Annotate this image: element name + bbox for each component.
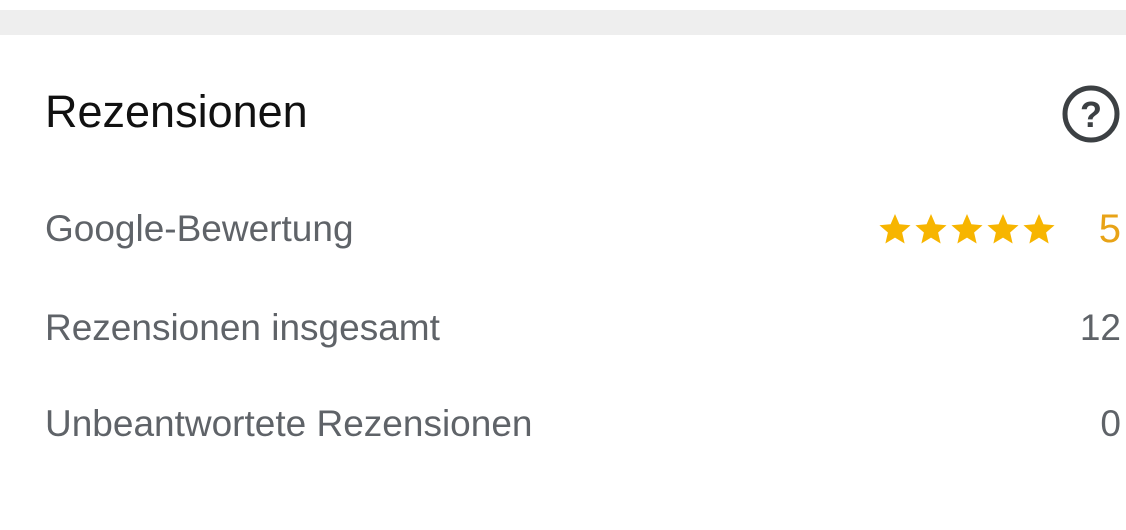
total-reviews-value: 12 <box>1079 307 1121 348</box>
star-icon <box>879 214 911 244</box>
star-icon <box>951 214 983 244</box>
star-icon <box>1023 214 1055 244</box>
section-title: Rezensionen <box>45 86 308 137</box>
svg-text:?: ? <box>1080 94 1102 135</box>
rating-group: 5 <box>877 207 1121 252</box>
total-reviews-label: Rezensionen insgesamt <box>45 307 440 348</box>
google-rating-row: Google-Bewertung 5 <box>45 201 1121 257</box>
unanswered-reviews-value: 0 <box>1100 403 1121 444</box>
star-icon <box>987 214 1019 244</box>
google-rating-label: Google-Bewertung <box>45 208 354 249</box>
rating-stars <box>877 211 1057 247</box>
star-icon <box>915 214 947 244</box>
unanswered-reviews-row: Unbeantwortete Rezensionen 0 <box>45 396 1121 452</box>
help-icon[interactable]: ? <box>1061 84 1121 144</box>
google-rating-value: 5 <box>1098 206 1121 251</box>
top-divider-band <box>0 10 1126 35</box>
total-reviews-row: Rezensionen insgesamt 12 <box>45 300 1121 356</box>
unanswered-reviews-label: Unbeantwortete Rezensionen <box>45 403 533 444</box>
